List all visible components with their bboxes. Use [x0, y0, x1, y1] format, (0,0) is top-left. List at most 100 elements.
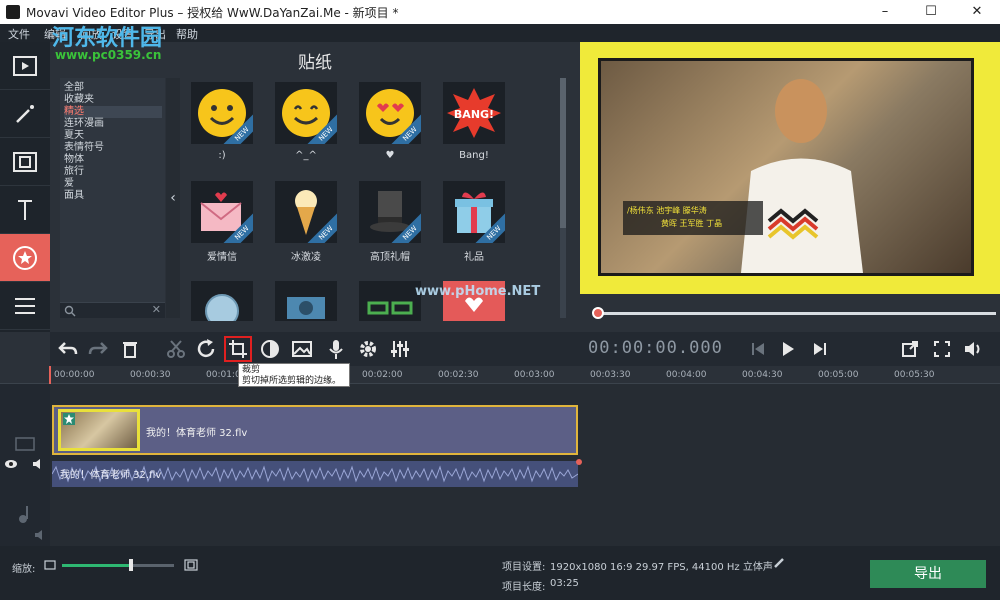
track-volume-icon[interactable]	[32, 459, 46, 469]
preview-caption-1: /杨伟东 池宇峰 滕华涛	[627, 206, 707, 215]
transitions-tab[interactable]	[0, 138, 50, 186]
audio-volume-handle[interactable]	[576, 459, 582, 465]
filmstrip-icon	[13, 151, 37, 172]
zoom-out-icon[interactable]	[44, 560, 56, 570]
delete-button[interactable]	[116, 336, 144, 362]
detach-preview-button[interactable]	[896, 336, 924, 362]
ruler-tick: 00:01:0	[206, 370, 241, 380]
undo-button[interactable]	[54, 336, 82, 362]
sticker-ice-cream[interactable]: NEW	[275, 181, 337, 243]
sticker-medal[interactable]	[191, 281, 253, 321]
timecode-display: 00:00:00.000	[588, 338, 723, 358]
playhead-handle[interactable]	[592, 307, 604, 319]
clip-settings-button[interactable]	[354, 336, 382, 362]
titles-tab[interactable]	[0, 186, 50, 234]
sticker-top-hat[interactable]: NEW	[359, 181, 421, 243]
clear-search-icon[interactable]: ✕	[152, 303, 161, 316]
audio-equalizer-button[interactable]	[386, 336, 414, 362]
category-item[interactable]: 夏天	[64, 130, 162, 142]
star-icon	[63, 413, 75, 425]
category-item[interactable]: 全部	[64, 82, 162, 94]
music-volume-icon[interactable]	[34, 530, 46, 540]
ruler-tick: 00:00:30	[130, 370, 171, 380]
rotate-button[interactable]	[192, 336, 220, 362]
timeline-ruler[interactable]: 00:00:00 00:00:30 00:01:0 00:02:00 00:02…	[0, 366, 1000, 546]
split-button[interactable]	[162, 336, 190, 362]
crop-button[interactable]	[224, 336, 252, 362]
menu-help[interactable]: 帮助	[176, 26, 198, 42]
sticker-camera[interactable]	[275, 281, 337, 321]
audio-clip[interactable]: 我的！体育老师 32.flv	[52, 459, 582, 487]
volume-button[interactable]	[960, 336, 988, 362]
sticker-smile[interactable]: NEW	[191, 82, 253, 144]
export-button[interactable]: 导出	[870, 560, 986, 588]
skip-forward-icon	[814, 343, 826, 355]
preview-caption-2: 黄晖 王军胜 丁晶	[661, 219, 723, 228]
sticker-label: 爱情信	[207, 252, 237, 263]
eye-icon[interactable]	[4, 459, 18, 469]
redo-button[interactable]	[84, 336, 112, 362]
scrollbar-thumb[interactable]	[560, 78, 566, 228]
camera-icon	[287, 297, 325, 319]
category-item[interactable]: 物体	[64, 154, 162, 166]
ruler-tick: 00:03:00	[514, 370, 555, 380]
tooltip-text: 剪切掉所选剪辑的边缘。	[242, 376, 342, 386]
category-item[interactable]: 旅行	[64, 166, 162, 178]
magic-wand-icon	[16, 104, 34, 123]
category-item[interactable]: 表情符号	[64, 142, 162, 154]
track-headers	[0, 384, 50, 546]
sticker-glasses[interactable]	[359, 281, 421, 321]
sticker-scrollbar[interactable]	[560, 78, 566, 318]
sticker-love-letter[interactable]: NEW	[191, 181, 253, 243]
video-preview[interactable]: /杨伟东 池宇峰 滕华涛 黄晖 王军胜 丁晶	[580, 42, 1000, 294]
close-button[interactable]: ✕	[954, 0, 1000, 24]
progress-track[interactable]	[594, 312, 996, 315]
list-menu-icon	[15, 297, 35, 314]
previous-frame-button[interactable]	[744, 336, 772, 362]
stickers-tab[interactable]	[0, 234, 50, 282]
sticker-happy[interactable]: NEW	[275, 82, 337, 144]
next-frame-button[interactable]	[806, 336, 834, 362]
record-voice-button[interactable]	[322, 336, 350, 362]
fullscreen-button[interactable]	[928, 336, 956, 362]
zoom-slider-fill	[62, 564, 132, 567]
undo-icon	[58, 342, 78, 355]
category-item[interactable]: 连环漫画	[64, 118, 162, 130]
contrast-icon	[261, 340, 279, 358]
pencil-icon[interactable]	[773, 557, 785, 569]
rotate-icon	[197, 339, 215, 358]
play-button[interactable]	[774, 336, 802, 362]
sticker-gift[interactable]: NEW	[443, 181, 505, 243]
more-tools-tab[interactable]	[0, 282, 50, 330]
maximize-button[interactable]: ☐	[908, 0, 954, 24]
sticker-heart-eyes[interactable]: NEW	[359, 82, 421, 144]
category-search-input[interactable]: ✕	[60, 302, 165, 318]
fullscreen-icon	[934, 341, 950, 357]
ruler-tick: 00:03:30	[590, 370, 631, 380]
left-rail	[0, 42, 50, 332]
app-icon	[6, 5, 20, 19]
zoom-slider-handle[interactable]	[129, 559, 134, 571]
import-media-tab[interactable]	[0, 42, 50, 90]
category-item[interactable]: 面具	[64, 190, 162, 202]
sticker-bang[interactable]: BANG!	[443, 82, 505, 144]
zoom-in-icon[interactable]	[184, 559, 198, 571]
menu-file[interactable]: 文件	[8, 26, 30, 42]
collapse-panel-button[interactable]: ‹	[166, 78, 180, 318]
media-properties-button[interactable]	[288, 336, 316, 362]
category-item-selected[interactable]: 精选	[64, 106, 162, 118]
category-item[interactable]: 爱	[64, 178, 162, 190]
video-clip[interactable]: 我的！体育老师 32.flv	[52, 405, 578, 455]
filters-tab[interactable]	[0, 90, 50, 138]
category-list: 全部 收藏夹 精选 连环漫画 夏天 表情符号 物体 旅行 爱 面具	[60, 78, 165, 318]
sticker-label: ^_^	[295, 150, 317, 161]
color-adjust-button[interactable]	[256, 336, 284, 362]
category-item[interactable]: 收藏夹	[64, 94, 162, 106]
image-icon	[292, 341, 312, 357]
external-window-icon	[902, 341, 918, 357]
ruler-tick: 00:05:30	[894, 370, 935, 380]
minimize-button[interactable]: –	[862, 0, 908, 24]
ruler-tick: 00:02:00	[362, 370, 403, 380]
medal-icon	[205, 294, 239, 321]
playback-progress[interactable]	[580, 300, 1000, 330]
